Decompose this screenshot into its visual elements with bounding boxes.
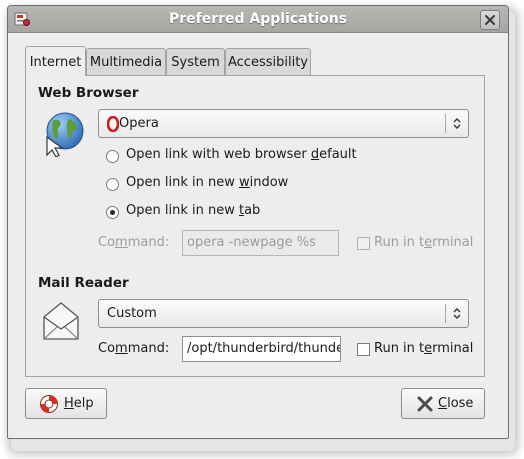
radio-button[interactable] [106, 178, 119, 191]
mail-envelope-icon [43, 302, 79, 340]
mail-command-label: Command: [98, 341, 170, 356]
mail-reader-select[interactable]: Custom [98, 299, 469, 328]
tab-accessibility[interactable]: Accessibility [225, 48, 311, 76]
radio-new-tab-label: Open link in new tab [126, 203, 261, 218]
tab-multimedia[interactable]: Multimedia [86, 48, 166, 76]
help-button-label: Help [64, 396, 94, 411]
window-close-button[interactable] [480, 10, 500, 30]
mail-reader-selected: Custom [107, 306, 157, 321]
tab-system-label: System [171, 55, 220, 70]
web-browser-selected: Opera [119, 116, 159, 131]
close-x-icon [417, 396, 433, 412]
tab-internet-label: Internet [29, 55, 82, 70]
web-browser-select[interactable]: Opera [98, 109, 469, 138]
radio-button-checked[interactable] [106, 206, 119, 219]
mail-run-in-terminal-checkbox[interactable] [357, 343, 370, 356]
help-button[interactable]: Help [25, 388, 107, 419]
combo-arrows-icon [453, 308, 461, 319]
combo-separator [445, 114, 446, 133]
combo-arrows-icon [453, 118, 461, 129]
tab-accessibility-label: Accessibility [228, 55, 308, 70]
tab-system[interactable]: System [166, 48, 225, 76]
combo-separator [445, 304, 446, 323]
browser-command-label: Command: [98, 235, 170, 250]
radio-button[interactable] [106, 150, 119, 163]
lifebuoy-icon [40, 395, 58, 413]
window-title: Preferred Applications [168, 11, 348, 27]
window-close-icon [485, 15, 495, 25]
browser-run-in-terminal-label: Run in terminal [374, 235, 474, 250]
globe-icon [46, 112, 84, 157]
opera-icon [107, 116, 119, 132]
browser-command-input[interactable]: opera -newpage %s [182, 230, 339, 256]
browser-run-in-terminal-checkbox[interactable] [357, 237, 370, 250]
close-button-label: Close [438, 396, 474, 411]
mail-run-in-terminal-label: Run in terminal [374, 341, 474, 356]
tab-multimedia-label: Multimedia [89, 55, 163, 70]
title-bar[interactable]: Preferred Applications [8, 6, 508, 33]
mail-reader-heading: Mail Reader [38, 275, 129, 291]
radio-browser-default-label: Open link with web browser default [126, 147, 357, 162]
preferred-applications-dialog: Preferred Applications Internet Multimed… [7, 5, 509, 439]
close-button[interactable]: Close [401, 388, 485, 419]
web-browser-heading: Web Browser [38, 85, 139, 101]
mail-command-input[interactable]: /opt/thunderbird/thunderbird %s [182, 336, 341, 362]
radio-new-window-label: Open link in new window [126, 175, 289, 190]
tab-internet[interactable]: Internet [25, 46, 86, 76]
